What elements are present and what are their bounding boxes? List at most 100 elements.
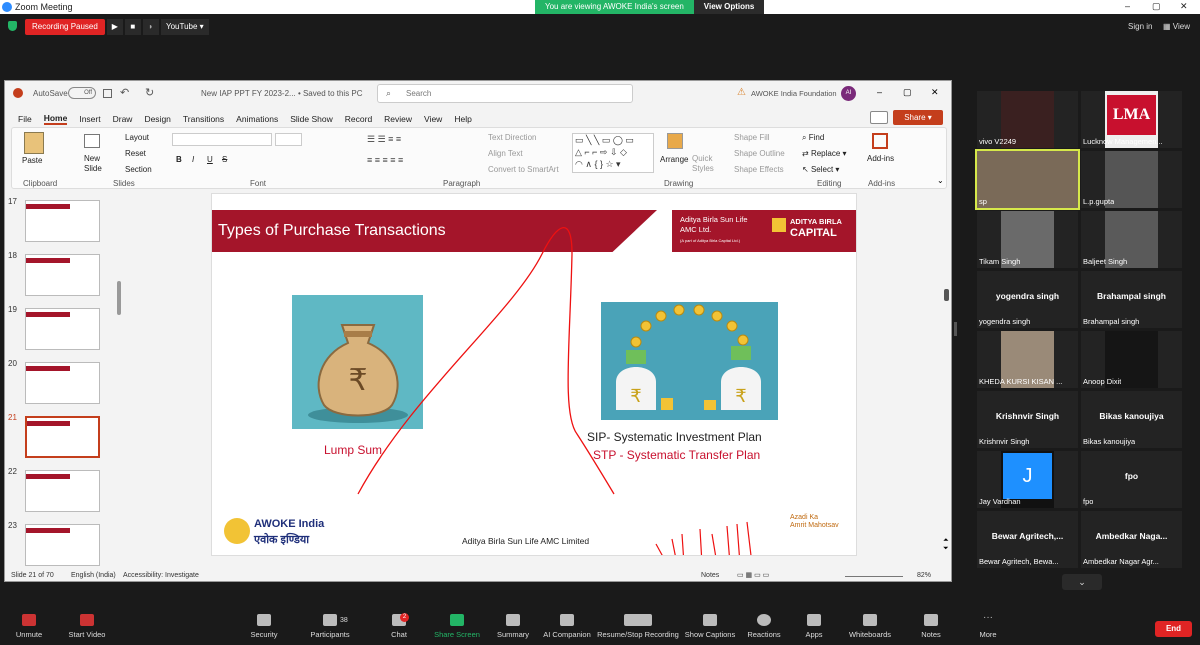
tab-home[interactable]: Home	[43, 113, 68, 125]
strikethrough-button[interactable]: S	[222, 155, 227, 164]
notes-button[interactable]: Notes	[920, 614, 942, 639]
participant-tile[interactable]: Brahampal singh Brahampal singh	[1081, 271, 1182, 328]
shape-effects-button[interactable]: Shape Effects	[734, 165, 784, 174]
minimize-icon[interactable]: –	[1125, 1, 1130, 11]
zoom-slider[interactable]	[845, 576, 903, 577]
view-options-button[interactable]: View Options	[693, 0, 765, 14]
share-button[interactable]: Share ▾	[893, 110, 943, 125]
thumbnail-scrollbar[interactable]	[117, 281, 121, 315]
tab-animations[interactable]: Animations	[236, 114, 278, 124]
participant-tile[interactable]: Bikas kanoujiya Bikas kanoujiya	[1081, 391, 1182, 448]
scroll-up-icon[interactable]: ⏶ ⏷	[943, 537, 949, 553]
view-buttons-icon[interactable]: ▭ ▦ ▭ ▭	[737, 571, 769, 579]
participant-tile[interactable]: Ambedkar Naga... Ambedkar Nagar Agr...	[1081, 511, 1182, 568]
tab-review[interactable]: Review	[384, 114, 412, 124]
end-button[interactable]: End	[1155, 621, 1192, 637]
shield-icon[interactable]	[8, 21, 17, 31]
tab-file[interactable]: File	[18, 114, 32, 124]
slide-canvas[interactable]: Types of Purchase Transactions Aditya Bi…	[211, 193, 857, 556]
accessibility-status[interactable]: Accessibility: Investigate	[123, 572, 199, 579]
participant-tile[interactable]: vivo V2249	[977, 91, 1078, 148]
gallery-handle[interactable]	[954, 322, 957, 336]
addins-button[interactable]: Add-ins	[867, 154, 894, 163]
redo-icon[interactable]: ↻	[145, 86, 154, 99]
find-button[interactable]: ⌕ Find	[802, 133, 824, 143]
apps-button[interactable]: Apps	[804, 614, 824, 639]
gallery-chevron-icon[interactable]: ⌄	[1062, 574, 1102, 590]
underline-button[interactable]: U	[207, 155, 213, 164]
reset-button[interactable]: Reset	[125, 149, 146, 158]
summary-button[interactable]: Summary	[495, 614, 531, 639]
sign-in-link[interactable]: Sign in	[1128, 22, 1152, 31]
security-button[interactable]: Security	[246, 614, 282, 639]
participant-tile[interactable]: yogendra singh yogendra singh	[977, 271, 1078, 328]
paste-icon[interactable]	[24, 132, 44, 154]
tab-transitions[interactable]: Transitions	[183, 114, 224, 124]
slide-thumbnail[interactable]	[25, 416, 100, 458]
record-button[interactable]: Resume/Stop Recording	[596, 614, 680, 639]
participant-tile[interactable]: KHEDA KURSI KISAN ...	[977, 331, 1078, 388]
slide-thumbnail[interactable]	[25, 254, 100, 296]
addins-icon[interactable]	[872, 133, 888, 149]
arrange-icon[interactable]	[667, 133, 683, 149]
ppt-restore-icon[interactable]: ▢	[903, 87, 912, 98]
slide-thumbnail[interactable]	[25, 470, 100, 512]
tab-slide-show[interactable]: Slide Show	[290, 114, 333, 124]
align-text-button[interactable]: Align Text	[488, 149, 523, 158]
shape-fill-button[interactable]: Shape Fill	[734, 133, 770, 142]
search-box[interactable]: ⌕ Search	[377, 84, 633, 103]
tab-insert[interactable]: Insert	[79, 114, 100, 124]
ribbon-collapse-icon[interactable]: ⌄	[937, 176, 944, 185]
slide-thumbnail[interactable]	[25, 524, 100, 566]
tab-record[interactable]: Record	[345, 114, 372, 124]
close-icon[interactable]: ✕	[1180, 1, 1188, 12]
more-button[interactable]: ··· More	[978, 613, 998, 640]
slide-thumbnail[interactable]	[25, 200, 100, 242]
participant-tile[interactable]: Baljeet Singh	[1081, 211, 1182, 268]
participant-tile[interactable]: Bewar Agritech,... Bewar Agritech, Bewa..…	[977, 511, 1078, 568]
participant-tile[interactable]: L.p.gupta	[1081, 151, 1182, 208]
paste-button[interactable]: Paste	[22, 156, 42, 165]
reactions-button[interactable]: Reactions	[746, 614, 782, 639]
shape-outline-button[interactable]: Shape Outline	[734, 149, 785, 158]
language[interactable]: English (India)	[71, 572, 116, 579]
play-icon[interactable]: ▶	[106, 19, 123, 35]
align-icon[interactable]: ≡ ≡ ≡ ≡ ≡	[367, 155, 403, 165]
bold-button[interactable]: B	[176, 155, 182, 164]
participant-tile[interactable]: Tikam Singh	[977, 211, 1078, 268]
participant-tile[interactable]: LMA Lucknow Managemen...	[1081, 91, 1182, 148]
smartart-button[interactable]: Convert to SmartArt	[488, 165, 559, 174]
zoom-level[interactable]: 82%	[917, 572, 931, 579]
tab-draw[interactable]: Draw	[113, 114, 133, 124]
captions-button[interactable]: Show Captions	[684, 614, 736, 639]
tab-help[interactable]: Help	[454, 114, 471, 124]
new-slide-icon[interactable]	[84, 134, 100, 148]
tab-view[interactable]: View	[424, 114, 442, 124]
replace-button[interactable]: ⇄ Replace ▾	[802, 149, 847, 158]
maximize-icon[interactable]: ▢	[1152, 1, 1161, 12]
user-avatar[interactable]: AI	[841, 86, 856, 101]
italic-button[interactable]: I	[192, 155, 194, 164]
undo-icon[interactable]: ↶	[120, 86, 129, 99]
start-video-button[interactable]: Start Video	[64, 614, 110, 639]
slide-scrollbar[interactable]	[944, 289, 949, 301]
slide-thumbnail[interactable]	[25, 362, 100, 404]
ppt-close-icon[interactable]: ✕	[931, 87, 939, 98]
participant-tile[interactable]: sp	[975, 149, 1080, 210]
slide-thumbnail[interactable]	[25, 308, 100, 350]
youtube-button[interactable]: YouTube ▾	[160, 19, 209, 35]
whiteboards-button[interactable]: Whiteboards	[846, 614, 894, 639]
view-button[interactable]: ▦ View	[1163, 22, 1190, 31]
bullets-icon[interactable]: ☰ ☰ ≡ ≡	[367, 134, 401, 145]
stop-icon[interactable]: ■	[124, 19, 141, 35]
participant-tile[interactable]: fpo fpo	[1081, 451, 1182, 508]
ai-companion-button[interactable]: AI Companion	[540, 614, 594, 639]
tab-design[interactable]: Design	[144, 114, 170, 124]
new-slide-button[interactable]: New Slide	[84, 154, 110, 174]
participant-tile[interactable]: Anoop Dixit	[1081, 331, 1182, 388]
shapes-gallery[interactable]: ▭ ╲ ╲ ▭ ◯ ▭ △ ⌐ ⌐ ⇨ ⇩ ◇ ◠ ∧ { } ☆ ▾	[572, 133, 654, 173]
arrange-button[interactable]: Arrange	[660, 155, 688, 164]
select-button[interactable]: ↖ Select ▾	[802, 165, 839, 174]
comments-icon[interactable]	[870, 111, 888, 124]
quick-styles-button[interactable]: Quick Styles	[692, 154, 722, 174]
